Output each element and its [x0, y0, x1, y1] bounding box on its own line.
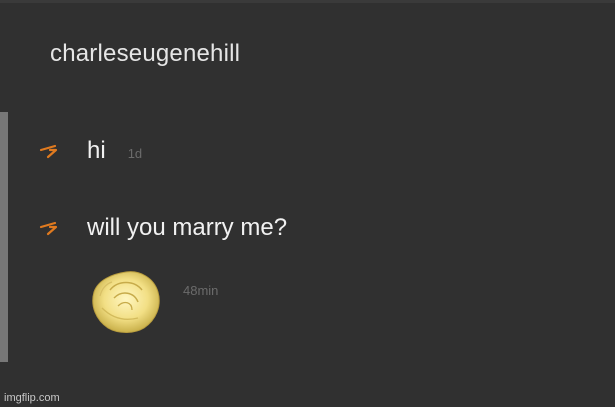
- message-text: will you marry me?: [87, 214, 288, 241]
- dm-conversation-panel: charleseugenehill hi 1d will you marry m…: [0, 0, 615, 407]
- reply-arrow-icon: [39, 221, 58, 236]
- top-divider: [0, 0, 615, 3]
- watermark-text: imgflip.com: [4, 392, 60, 404]
- reply-arrow-icon: [39, 144, 58, 159]
- message-item: hi 1d: [38, 137, 142, 165]
- yellow-rose-image[interactable]: [88, 268, 164, 336]
- attachment-timestamp: 48min: [183, 283, 219, 298]
- left-scroll-rail[interactable]: [0, 112, 8, 362]
- message-item: will you marry me?: [38, 214, 287, 242]
- message-text: hi: [87, 137, 106, 164]
- conversation-username[interactable]: charleseugenehill: [50, 40, 240, 68]
- message-timestamp: 1d: [127, 146, 143, 161]
